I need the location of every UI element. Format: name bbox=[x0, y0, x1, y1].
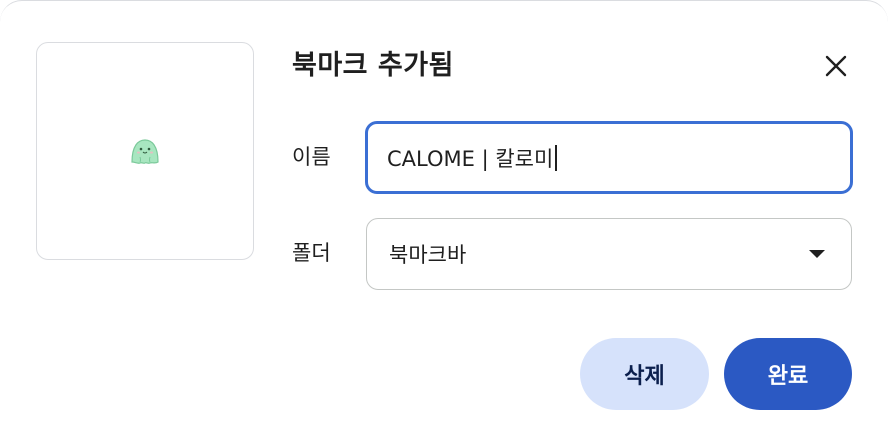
text-caret bbox=[555, 144, 557, 171]
chevron-down-icon bbox=[809, 250, 825, 258]
folder-select-value: 북마크바 bbox=[389, 243, 467, 267]
dialog-title: 북마크 추가됨 bbox=[292, 50, 454, 81]
favicon-preview bbox=[36, 42, 254, 260]
done-button[interactable]: 완료 bbox=[724, 338, 852, 410]
bookmark-added-dialog: 북마크 추가됨 이름 CALOME | 칼로미 폴더 북마크바 삭제 완료 bbox=[0, 0, 888, 438]
folder-select[interactable]: 북마크바 bbox=[366, 218, 852, 290]
folder-label: 폴더 bbox=[292, 241, 331, 265]
calome-mascot-icon bbox=[131, 139, 159, 164]
delete-button[interactable]: 삭제 bbox=[580, 338, 709, 410]
close-button[interactable] bbox=[816, 46, 856, 86]
bookmark-name-input[interactable]: CALOME | 칼로미 bbox=[365, 121, 853, 194]
bookmark-name-value: CALOME | 칼로미 bbox=[387, 146, 554, 171]
name-label: 이름 bbox=[292, 145, 331, 169]
close-icon bbox=[825, 55, 847, 77]
